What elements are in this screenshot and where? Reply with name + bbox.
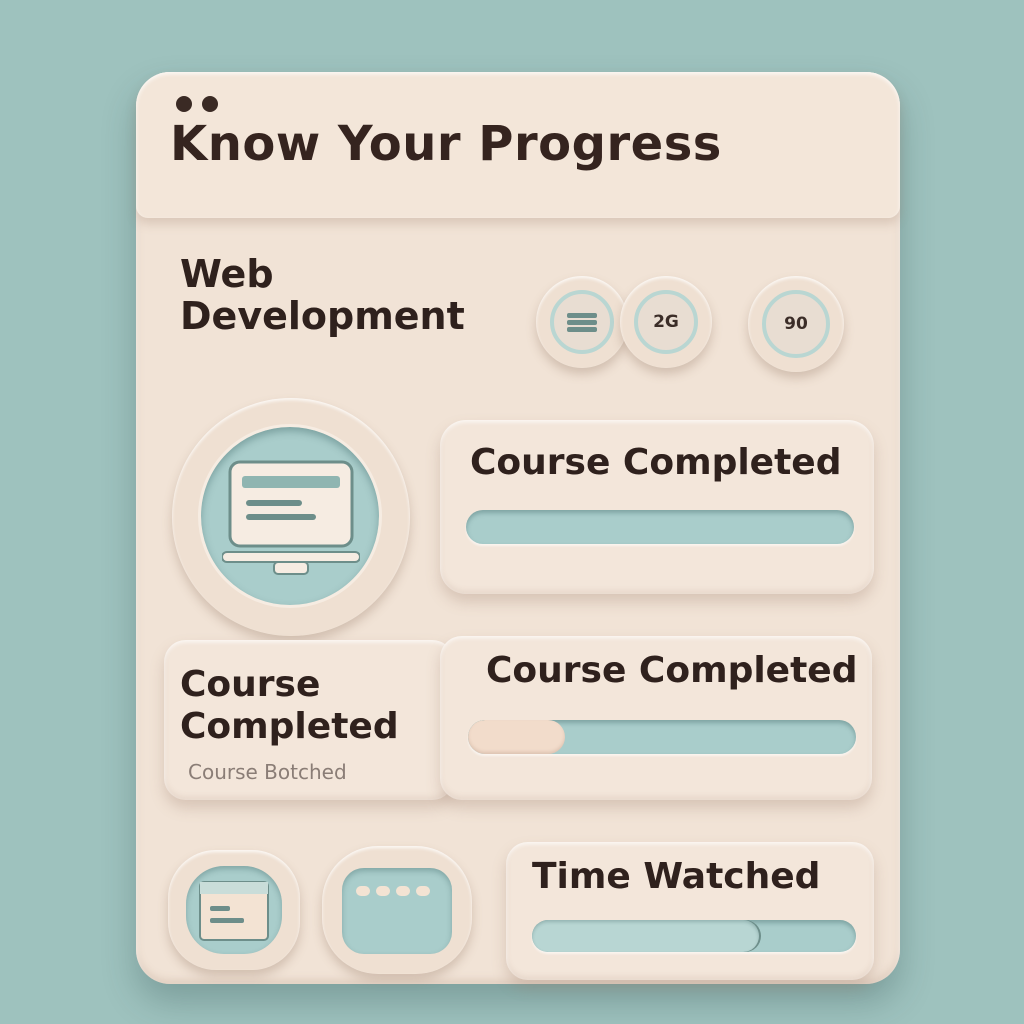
course-completed-title-line1: Course (180, 664, 321, 705)
second-progress-bar (468, 720, 856, 754)
course-completed-title-line2: Completed (180, 706, 399, 747)
bottom-icon-card[interactable] (322, 846, 472, 974)
course-completed-card: Course Completed Course Botched (164, 640, 454, 800)
browser-window-icon (199, 881, 269, 941)
stat-ring-menu[interactable] (536, 276, 628, 368)
window-dot-2[interactable] (202, 96, 218, 112)
course-completed-label: Course Completed (470, 442, 842, 483)
menu-icon (567, 313, 597, 332)
time-watched-bar (532, 920, 856, 952)
stat-ring-a[interactable]: 2G (620, 276, 712, 368)
course-name-line1: Web (180, 252, 274, 296)
course-completed-progress (466, 510, 854, 544)
second-progress-panel: Course Completed (440, 636, 872, 800)
bottom-icon-window[interactable] (168, 850, 300, 970)
card-icon (356, 886, 430, 896)
course-completed-panel: Course Completed (440, 420, 874, 594)
monitor-icon (222, 460, 360, 575)
second-progress-fill (468, 720, 565, 754)
stat-value-a: 2G (634, 290, 698, 354)
header-bar: Know Your Progress (136, 72, 900, 218)
window-dots (176, 96, 218, 112)
time-watched-fill (532, 920, 759, 952)
second-progress-label: Course Completed (486, 650, 858, 691)
time-watched-label: Time Watched (532, 856, 821, 897)
course-icon-badge[interactable] (172, 398, 410, 636)
course-completed-subtitle: Course Botched (188, 760, 347, 784)
page-title: Know Your Progress (170, 116, 722, 172)
stat-value-b: 90 (762, 290, 830, 358)
window-dot-1[interactable] (176, 96, 192, 112)
course-name-line2: Development (180, 294, 465, 338)
time-watched-panel: Time Watched (506, 842, 874, 980)
stat-ring-b[interactable]: 90 (748, 276, 844, 372)
